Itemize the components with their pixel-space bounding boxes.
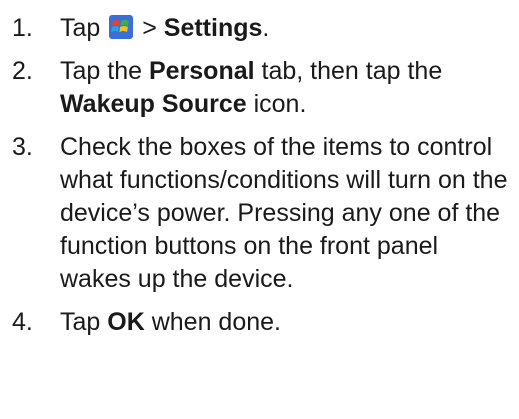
step-text: icon. xyxy=(253,90,307,118)
step-separator: > xyxy=(142,14,157,42)
step-text: Tap xyxy=(60,14,101,42)
step-1: 1. Tap > Settings. xyxy=(12,12,519,45)
step-2: 2. Tap the Personal tab, then tap the Wa… xyxy=(12,55,519,121)
step-3: 3. Check the boxes of the items to contr… xyxy=(12,131,519,296)
steps-list: 1. Tap > Settings. 2. Tap the Personal t… xyxy=(12,12,519,339)
personal-tab-label: Personal xyxy=(148,57,255,85)
step-number: 1. xyxy=(12,14,33,42)
step-text: when done. xyxy=(151,308,281,336)
step-4: 4. Tap OK when done. xyxy=(12,306,519,339)
step-text: tab, then tap the xyxy=(261,57,443,85)
step-text: Tap xyxy=(60,308,101,336)
settings-label: Settings xyxy=(163,14,263,42)
step-punct: . xyxy=(262,14,270,42)
wakeup-source-label: Wakeup Source xyxy=(60,90,247,118)
step-number: 4. xyxy=(12,308,33,336)
step-number: 3. xyxy=(12,133,33,161)
ok-label: OK xyxy=(107,308,145,336)
step-text: Tap the xyxy=(60,57,143,85)
step-text: Check the boxes of the items to control … xyxy=(60,133,508,293)
instructions-page: 1. Tap > Settings. 2. Tap the Personal t… xyxy=(0,0,519,419)
step-number: 2. xyxy=(12,57,33,85)
windows-start-icon xyxy=(109,15,134,39)
